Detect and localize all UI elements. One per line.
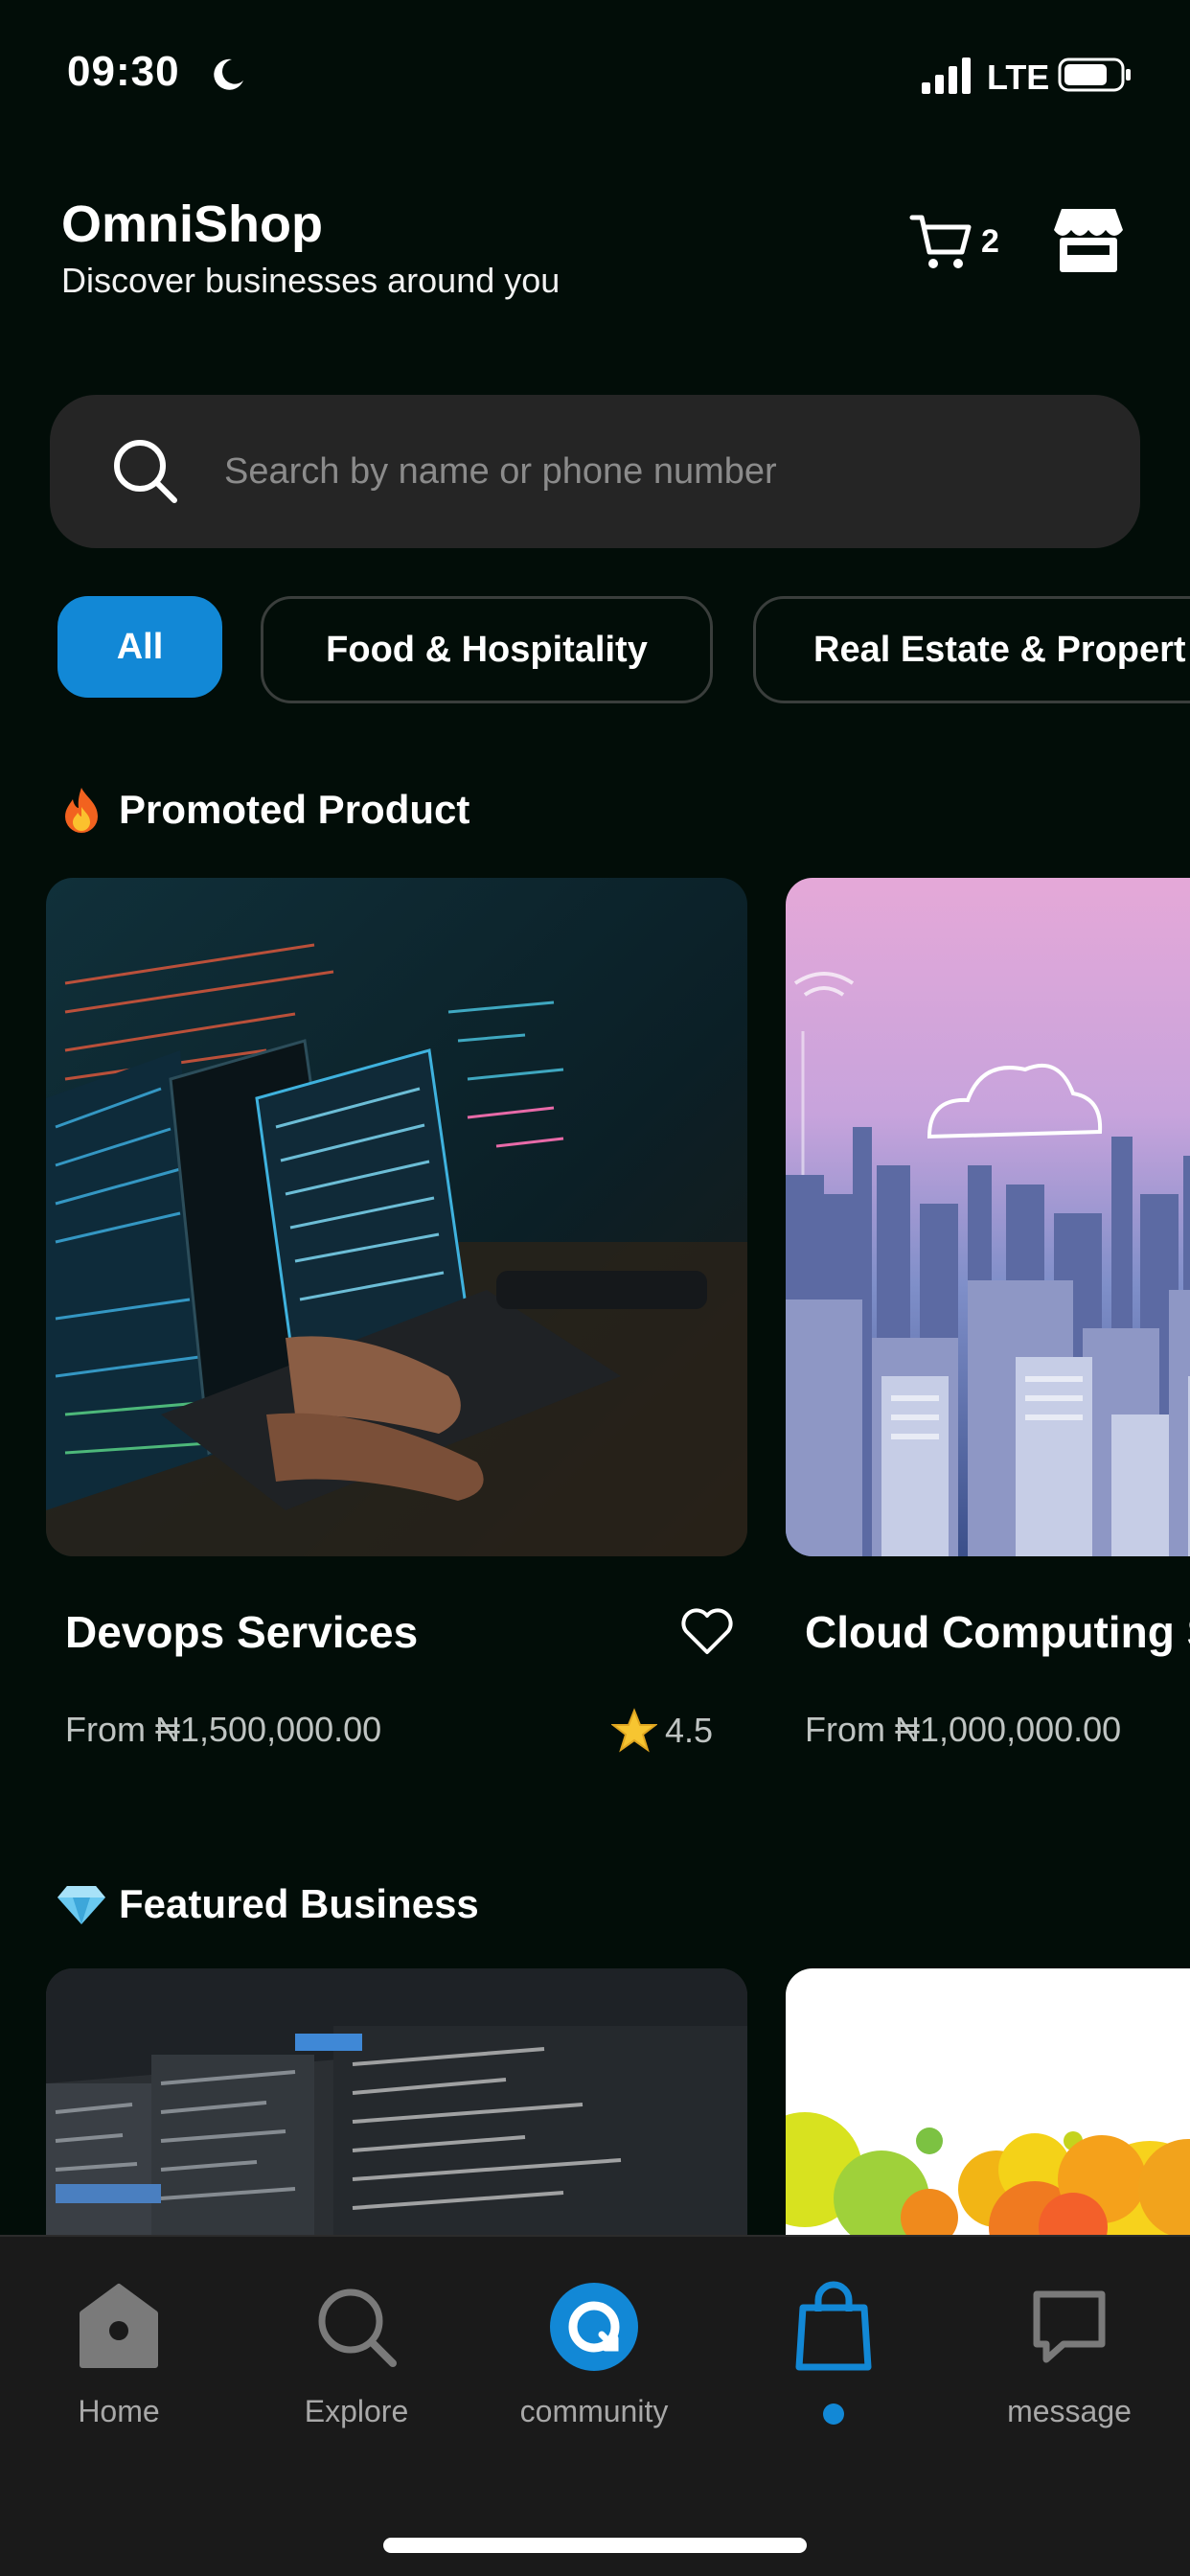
featured-business-image-2[interactable] (786, 1968, 1190, 2237)
status-bar: 09:30 LTE (0, 0, 1190, 144)
promoted-section-heading: Promoted Product (56, 784, 469, 836)
nav-item-community[interactable]: community (498, 2279, 690, 2461)
cart-count-badge: 2 (981, 222, 999, 260)
active-tab-indicator (823, 2404, 844, 2425)
code-editor-illustration (46, 1968, 747, 2237)
status-time: 09:30 (67, 48, 180, 95)
product-title-devops[interactable]: Devops Services (65, 1606, 418, 1658)
fire-icon (65, 788, 98, 833)
home-icon (80, 2284, 158, 2368)
nav-label-community: community (519, 2394, 669, 2428)
network-label: LTE (987, 58, 1050, 97)
search-icon (318, 2288, 397, 2367)
bottom-navigation: Home Explore community message (0, 2235, 1190, 2576)
devops-illustration (46, 878, 747, 1556)
rating-value: 4.5 (665, 1711, 714, 1750)
cart-icon (909, 215, 972, 268)
star-icon (611, 1708, 657, 1753)
app-title: OmniShop (61, 196, 323, 253)
category-chip-food-hospitality[interactable]: Food & Hospitality (261, 596, 713, 703)
cloud-computing-product-image[interactable] (786, 878, 1190, 1556)
devops-product-image[interactable] (46, 878, 747, 1556)
search-icon (114, 440, 177, 503)
community-icon (550, 2283, 638, 2371)
heart-icon[interactable] (680, 1606, 734, 1656)
nav-item-explore[interactable]: Explore (261, 2279, 452, 2461)
featured-heading-text: Featured Business (119, 1881, 479, 1926)
diamond-icon (57, 1886, 105, 1924)
featured-business-image[interactable] (46, 1968, 747, 2237)
app-screen: 09:30 LTE OmniShop Discover businesses a… (0, 0, 1190, 2576)
nav-label-message: message (1007, 2394, 1132, 2428)
home-indicator (383, 2538, 807, 2553)
product-price-devops: From ₦1,500,000.00 (65, 1710, 382, 1749)
cloud-city-illustration (786, 878, 1190, 1556)
product-rating: 4.5 (611, 1708, 713, 1754)
search-input[interactable] (224, 450, 1048, 493)
message-icon (1033, 2290, 1106, 2363)
nav-label-explore: Explore (304, 2394, 409, 2428)
nav-item-shop[interactable] (738, 2279, 929, 2461)
battery-icon (1058, 58, 1131, 92)
featured-section-heading: Featured Business (56, 1878, 479, 1930)
shopping-bag-icon (795, 2281, 872, 2371)
promoted-heading-text: Promoted Product (119, 787, 470, 832)
store-icon[interactable] (1050, 201, 1127, 278)
category-chip-real-estate[interactable]: Real Estate & Propert (753, 596, 1190, 703)
signal-icon (922, 58, 971, 94)
nav-item-home[interactable]: Home (23, 2279, 215, 2461)
moon-icon (214, 58, 243, 90)
product-title-cloud-computing[interactable]: Cloud Computing S (805, 1606, 1190, 1658)
product-price-cloud-computing: From ₦1,000,000.00 (805, 1710, 1122, 1749)
colorful-brochure-illustration (786, 1968, 1190, 2237)
cart-button[interactable]: 2 (908, 203, 1023, 280)
app-subtitle: Discover businesses around you (61, 261, 561, 300)
nav-label-home: Home (78, 2394, 160, 2428)
search-bar[interactable] (50, 395, 1140, 548)
category-chip-all[interactable]: All (57, 596, 222, 698)
nav-item-message[interactable]: message (973, 2279, 1165, 2461)
